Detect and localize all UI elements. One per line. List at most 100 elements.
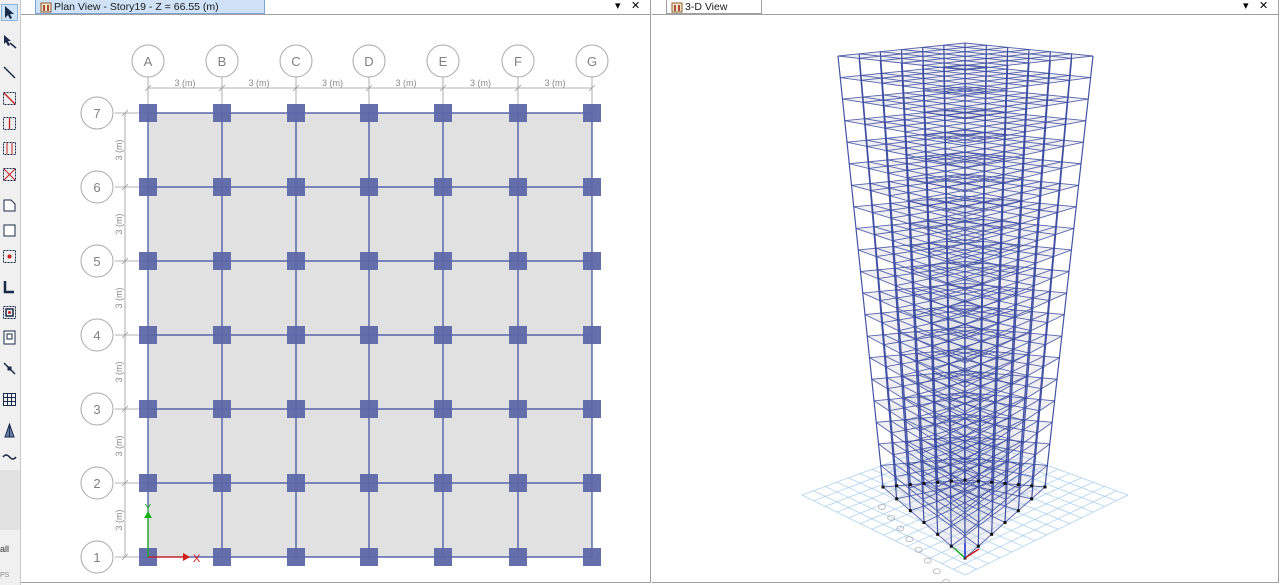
grid-bubble-A[interactable]: A: [131, 44, 165, 78]
grid-bubble-2[interactable]: 2: [80, 466, 114, 500]
grid-bubble-4[interactable]: 4: [80, 318, 114, 352]
column[interactable]: [360, 326, 378, 344]
column[interactable]: [139, 474, 157, 492]
grid-bubble-D[interactable]: D: [352, 44, 386, 78]
dimension-label-y: 3 (m): [114, 214, 124, 235]
grid-bubble-6[interactable]: 6: [80, 170, 114, 204]
quick-draw-wall-button[interactable]: [1, 304, 18, 321]
column[interactable]: [213, 178, 231, 196]
grid-bubble-label: 4: [93, 328, 100, 343]
column[interactable]: [360, 474, 378, 492]
dimension-label-x: 3 (m): [396, 78, 417, 88]
column[interactable]: [213, 326, 231, 344]
support-marker: [936, 480, 940, 484]
column[interactable]: [139, 104, 157, 122]
plan-view-canvas[interactable]: A B C D E F G 7 6 5 4 3 2 1 3 (m) 3 (m) 3 (m) 3 (m) 3 (m) 3…: [21, 15, 651, 583]
draw-wall-button[interactable]: [1, 278, 18, 295]
column[interactable]: [434, 252, 452, 270]
column[interactable]: [213, 548, 231, 566]
support-marker: [990, 480, 994, 484]
quick-draw-column-button[interactable]: [1, 140, 18, 157]
support-marker: [1030, 484, 1034, 488]
column[interactable]: [360, 548, 378, 566]
draw-tendon-icon: [4, 423, 15, 438]
tab-3d-view[interactable]: 3-D View: [666, 0, 762, 14]
column[interactable]: [583, 548, 601, 566]
column[interactable]: [360, 252, 378, 270]
column[interactable]: [139, 326, 157, 344]
draw-x-brace-button[interactable]: [1, 166, 18, 183]
column[interactable]: [583, 326, 601, 344]
column[interactable]: [509, 474, 527, 492]
quick-draw-area-button[interactable]: [1, 248, 18, 265]
column[interactable]: [509, 326, 527, 344]
grid-bubble-label: E: [439, 54, 448, 69]
close-icon[interactable]: ✕: [1259, 0, 1268, 12]
draw-grid-button[interactable]: [1, 391, 18, 408]
column[interactable]: [360, 400, 378, 418]
column[interactable]: [509, 548, 527, 566]
draw-polygon-area-button[interactable]: [1, 197, 18, 214]
draw-grid-icon: [3, 393, 16, 406]
column[interactable]: [287, 252, 305, 270]
column[interactable]: [360, 104, 378, 122]
column[interactable]: [583, 474, 601, 492]
draw-brace-button[interactable]: [1, 90, 18, 107]
column[interactable]: [583, 104, 601, 122]
select-pointer-button[interactable]: [1, 4, 18, 21]
column[interactable]: [139, 252, 157, 270]
grid-bubble-5[interactable]: 5: [80, 244, 114, 278]
draw-wall-opening-button[interactable]: [1, 329, 18, 346]
column[interactable]: [509, 252, 527, 270]
column[interactable]: [583, 178, 601, 196]
column[interactable]: [583, 400, 601, 418]
draw-wave-button[interactable]: [1, 448, 18, 465]
draw-tendon-button[interactable]: [1, 422, 18, 439]
grid-bubble-G[interactable]: G: [575, 44, 609, 78]
column[interactable]: [509, 178, 527, 196]
support-marker: [976, 544, 980, 548]
select-all-label[interactable]: all: [0, 544, 9, 554]
dropdown-icon[interactable]: ▾: [1243, 0, 1249, 12]
column[interactable]: [287, 474, 305, 492]
grid-bubble-3[interactable]: 3: [80, 392, 114, 426]
column[interactable]: [434, 548, 452, 566]
column[interactable]: [434, 326, 452, 344]
column[interactable]: [434, 474, 452, 492]
column[interactable]: [287, 400, 305, 418]
column[interactable]: [434, 178, 452, 196]
column[interactable]: [434, 400, 452, 418]
grid-bubble-7[interactable]: 7: [80, 96, 114, 130]
column[interactable]: [583, 252, 601, 270]
grid-bubble-E[interactable]: E: [426, 44, 460, 78]
draw-x-brace-icon: [3, 168, 16, 181]
reshape-pointer-button[interactable]: [1, 33, 18, 50]
grid-bubble-1[interactable]: 1: [80, 540, 114, 574]
column[interactable]: [213, 252, 231, 270]
column[interactable]: [509, 400, 527, 418]
column[interactable]: [509, 104, 527, 122]
grid-bubble-F[interactable]: F: [501, 44, 535, 78]
tab-plan-view[interactable]: Plan View - Story19 - Z = 66.55 (m): [35, 0, 265, 14]
draw-column-button[interactable]: [1, 115, 18, 132]
dropdown-icon[interactable]: ▾: [615, 0, 621, 12]
column[interactable]: [287, 548, 305, 566]
column[interactable]: [287, 326, 305, 344]
draw-rectangle-area-button[interactable]: [1, 222, 18, 239]
column[interactable]: [287, 178, 305, 196]
column[interactable]: [213, 474, 231, 492]
column[interactable]: [139, 178, 157, 196]
close-icon[interactable]: ✕: [631, 0, 640, 12]
draw-beam-button[interactable]: [1, 64, 18, 81]
column[interactable]: [434, 104, 452, 122]
3d-view-canvas[interactable]: [652, 15, 1279, 583]
column[interactable]: [213, 400, 231, 418]
support-marker: [895, 497, 899, 501]
grid-bubble-C[interactable]: C: [279, 44, 313, 78]
column[interactable]: [287, 104, 305, 122]
draw-link-button[interactable]: [1, 360, 18, 377]
column[interactable]: [213, 104, 231, 122]
column[interactable]: [139, 400, 157, 418]
grid-bubble-B[interactable]: B: [205, 44, 239, 78]
column[interactable]: [360, 178, 378, 196]
